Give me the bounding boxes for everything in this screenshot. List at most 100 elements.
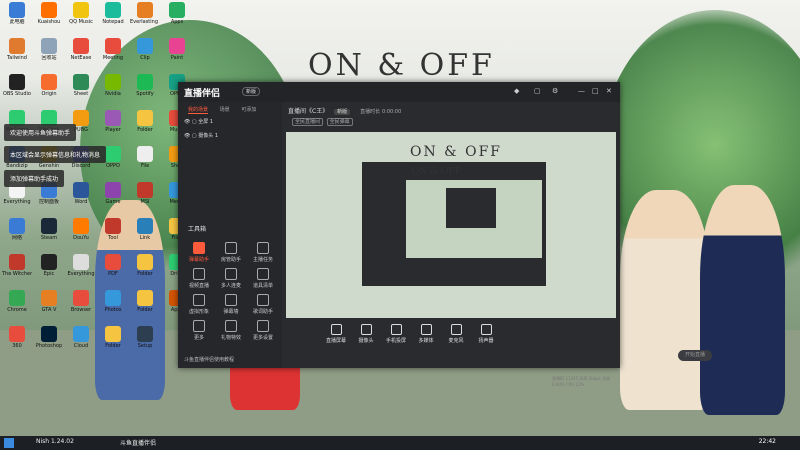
taskbar-app[interactable]: 斗鱼直播伴侣	[120, 438, 156, 447]
tab-addable[interactable]: 可添加	[241, 107, 256, 113]
desktop-icon[interactable]: Sheet	[66, 74, 96, 97]
desktop-icon[interactable]: Chrome	[2, 290, 32, 313]
desktop-icon[interactable]: Clip	[130, 38, 160, 61]
scene-item[interactable]: 👁 ▢ 全屏 1	[184, 118, 213, 125]
desktop-icon[interactable]: Epic	[34, 254, 64, 277]
desktop-icon[interactable]: Origin	[34, 74, 64, 97]
desktop-icon-label: Folder	[137, 127, 153, 133]
desktop-icon[interactable]: QQ Music	[66, 2, 96, 25]
desktop-icon[interactable]: Kuaishou	[34, 2, 64, 25]
desktop-icon[interactable]: Setup	[130, 326, 160, 349]
tab-my-scene[interactable]: 我的场景	[188, 107, 209, 114]
tool-item[interactable]: 更多设置	[248, 320, 278, 341]
browser-icon	[9, 290, 25, 306]
windows-start-icon[interactable]	[4, 438, 14, 448]
desktop-icon[interactable]: Folder	[130, 254, 160, 277]
desktop-icon[interactable]: MSI	[130, 182, 160, 205]
desktop-icon[interactable]: Folder	[130, 290, 160, 313]
desktop-icon[interactable]: Everlasting Summer	[130, 2, 160, 25]
maximize-icon[interactable]: □	[592, 87, 599, 95]
room-chip[interactable]: 新版	[334, 109, 351, 115]
desktop-icon-label: 回收站	[41, 55, 57, 61]
tab-scene[interactable]: 场景	[220, 107, 230, 113]
nested-preview-canvas	[406, 180, 542, 258]
desktop-icon[interactable]: Notepad	[98, 2, 128, 25]
version-badge[interactable]: 新版	[242, 87, 261, 96]
desktop-icon[interactable]: Nvidia	[98, 74, 128, 97]
toolbox-title: 工具箱	[188, 226, 207, 233]
tool-item[interactable]: 弹幕助手	[184, 242, 214, 263]
clock[interactable]: 22:42	[759, 438, 776, 445]
desktop-icon[interactable]: Game	[98, 182, 128, 205]
desktop-icon[interactable]: 回收站	[34, 38, 64, 61]
tool-item[interactable]: 虚拟形象	[184, 294, 214, 315]
desktop-icon[interactable]: Paint	[162, 38, 192, 61]
tool-icon	[257, 242, 269, 254]
tool-label: 视频直播	[188, 283, 209, 289]
room-sub-chip[interactable]: 全民弹幕	[326, 118, 353, 126]
tool-item[interactable]: 多人连麦	[216, 268, 246, 289]
desktop-icon[interactable]: Link	[130, 218, 160, 241]
desktop-icon[interactable]: Everything	[66, 254, 96, 277]
control-icon	[390, 324, 402, 335]
tool-item[interactable]: 道具清单	[248, 268, 278, 289]
source-control[interactable]: 扬声器	[472, 324, 500, 344]
desktop-icon[interactable]: OBS Studio	[2, 74, 32, 97]
tool-label: 主播任务	[252, 257, 273, 263]
minimize-icon[interactable]: —	[578, 87, 585, 95]
danmu-tip: 欢迎使用斗鱼弹幕助手	[4, 124, 77, 141]
desktop-icon[interactable]: Player	[98, 110, 128, 133]
title-bar[interactable]: 直播伴侣 新版 ◆ ▢ ⚙ — □ ✕	[178, 82, 620, 102]
desktop-icon[interactable]: 此电脑	[2, 2, 32, 25]
music-icon	[137, 74, 153, 90]
live-companion-window[interactable]: 直播伴侣 新版 ◆ ▢ ⚙ — □ ✕ 我的场景 场景 可添加 👁 ▢ 全屏 1…	[178, 82, 712, 387]
desktop-icon[interactable]: Cloud	[66, 326, 96, 349]
source-control[interactable]: 多媒体	[412, 324, 440, 344]
tool-item[interactable]: 弹幕墙	[216, 294, 246, 315]
desktop-icon[interactable]: 360	[2, 326, 32, 349]
source-control[interactable]: 麦克风	[442, 324, 470, 344]
taskbar-app[interactable]: Nish 1.24.02	[36, 438, 74, 445]
desktop-icon[interactable]: 网络	[2, 218, 32, 241]
desktop-icon[interactable]: Folder	[98, 326, 128, 349]
tool-item[interactable]: 礼物特效	[216, 320, 246, 341]
desktop-icon[interactable]: Photoshop	[34, 326, 64, 349]
scene-item[interactable]: 👁 ▢ 摄像头 1	[184, 132, 218, 139]
desktop-icon[interactable]: Spotify	[130, 74, 160, 97]
source-control[interactable]: 直播屏幕	[322, 324, 350, 344]
settings-icon[interactable]: ⚙	[552, 87, 558, 95]
desktop-icon[interactable]: Steam	[34, 218, 64, 241]
desktop-icon[interactable]: Browser	[66, 290, 96, 313]
desktop-icon[interactable]: Meeting	[98, 38, 128, 61]
desktop-icon[interactable]: File	[130, 146, 160, 169]
desktop-icon[interactable]: GTA V	[34, 290, 64, 313]
source-control[interactable]: 摄像头	[352, 324, 380, 344]
gift-icon[interactable]: ◆	[514, 87, 519, 95]
clock-time: 22:42	[758, 438, 776, 445]
tool-item[interactable]: 视频直播	[184, 268, 214, 289]
desktop-icon[interactable]: DouYu	[66, 218, 96, 241]
room-sub-chip[interactable]: 全民直播间	[292, 118, 324, 126]
tool-item[interactable]: 更多	[184, 320, 214, 341]
go-live-button[interactable]: 开始直播	[678, 350, 712, 361]
desktop-icon[interactable]: Tailwind	[2, 38, 32, 61]
desktop-icon[interactable]: NetEase	[66, 38, 96, 61]
desktop-icon[interactable]: PDF	[98, 254, 128, 277]
tool-item[interactable]: 主播任务	[248, 242, 278, 263]
desktop-icon[interactable]: Apps	[162, 2, 192, 25]
tutorial-link[interactable]: 斗鱼直播伴侣使用教程	[184, 356, 234, 363]
tool-item[interactable]: 歌词助手	[248, 294, 278, 315]
tool-label: 礼物特效	[220, 335, 241, 341]
tool-label: 弹幕墙	[223, 309, 239, 315]
desktop-icon[interactable]: Folder	[130, 110, 160, 133]
danmu-tip: 添加弹幕助手成功	[4, 170, 65, 187]
tool-item[interactable]: 房管助手	[216, 242, 246, 263]
source-control[interactable]: 手机投屏	[382, 324, 410, 344]
close-icon[interactable]: ✕	[606, 87, 612, 95]
message-icon[interactable]: ▢	[534, 87, 541, 95]
desktop-icon[interactable]: Tool	[98, 218, 128, 241]
desktop-icon[interactable]: Word	[66, 182, 96, 205]
desktop-icon[interactable]: Photos	[98, 290, 128, 313]
desktop-icon[interactable]: The Witcher 3	[2, 254, 32, 277]
stream-preview[interactable]: ON & OFF ON & OFF	[286, 132, 616, 318]
